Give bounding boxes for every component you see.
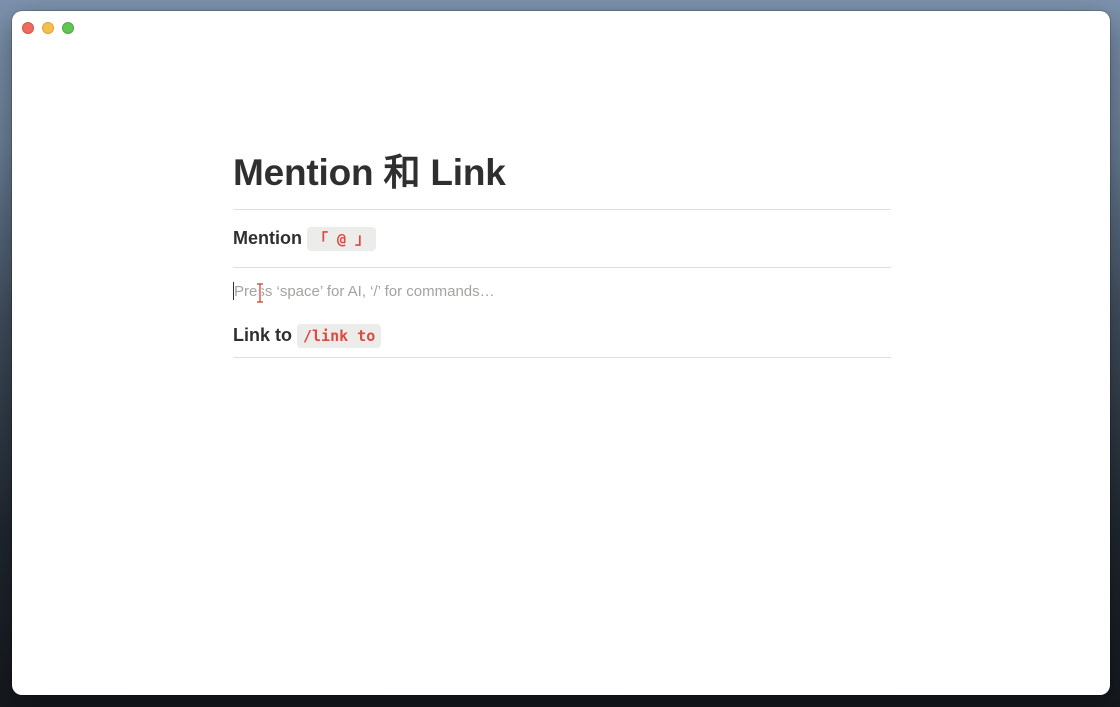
window-controls [22, 22, 74, 34]
heading-text: Mention [233, 228, 302, 248]
desktop-background: Mention 和 Link Mention 「 @ 」 Press ‘spac… [0, 0, 1120, 707]
text-cursor-icon [257, 282, 263, 304]
heading-block-link-to[interactable]: Link to /link to [233, 314, 891, 358]
close-window-button[interactable] [22, 22, 34, 34]
document-body: Mention 和 Link Mention 「 @ 」 Press ‘spac… [233, 151, 891, 358]
heading-text: Link to [233, 325, 292, 345]
heading-block-mention[interactable]: Mention 「 @ 」 [233, 210, 891, 268]
zoom-window-button[interactable] [62, 22, 74, 34]
minimize-window-button[interactable] [42, 22, 54, 34]
inline-code: /link to [297, 323, 382, 348]
app-window: Mention 和 Link Mention 「 @ 」 Press ‘spac… [12, 11, 1110, 695]
inline-code: 「 @ 」 [307, 226, 377, 251]
page-title[interactable]: Mention 和 Link [233, 151, 891, 210]
empty-text-block[interactable]: Press ‘space’ for AI, ‘/’ for commands… [233, 268, 891, 314]
block-placeholder: Press ‘space’ for AI, ‘/’ for commands… [234, 282, 495, 300]
